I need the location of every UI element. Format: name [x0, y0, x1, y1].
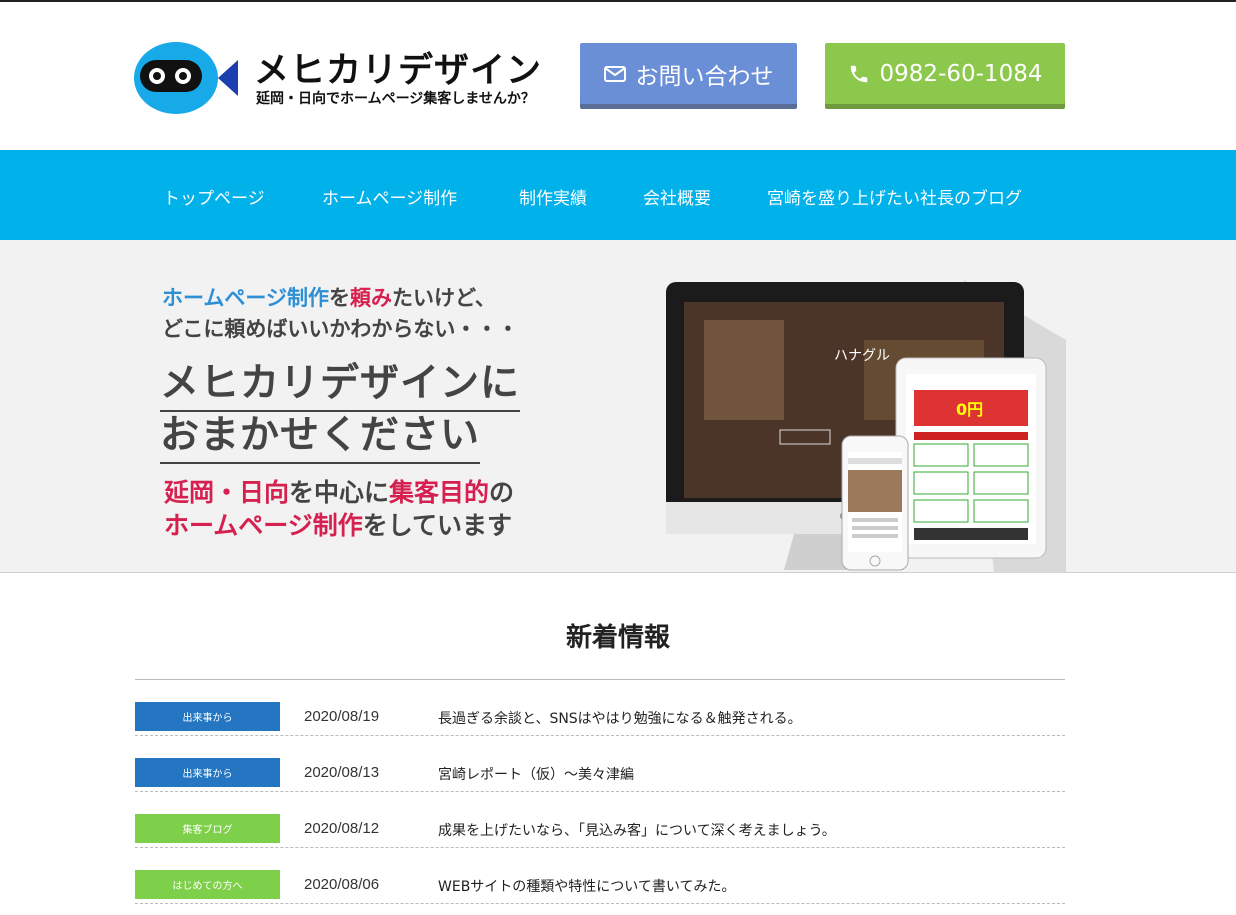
news-link[interactable]: 宮崎レポート（仮）～美々津編 [438, 764, 634, 784]
hero-line-2: どこに頼めばいいかわからない・・・ [162, 317, 519, 341]
hero-line-5-b: を中心に [289, 478, 390, 507]
hero-line-5-c: 集客目的 [389, 478, 490, 507]
news-section-title: 新着情報 [565, 623, 670, 653]
nav-item-blog[interactable]: 宮崎を盛り上げたい社長のブログ [767, 184, 1022, 209]
news-date: 2020/08/12 [304, 820, 380, 837]
phone-button[interactable]: 0982-60-1084 [825, 43, 1065, 104]
news-category-badge[interactable]: 出来事から [135, 758, 280, 787]
hero-line-5: 延岡・日向を中心に集客目的の [164, 473, 514, 509]
envelope-icon [603, 65, 626, 82]
site-title: メヒカリデザイン [254, 51, 543, 91]
news-item[interactable]: 出来事から 2020/08/13 宮崎レポート（仮）～美々津編 [135, 736, 1065, 792]
nav-item-homepage-production[interactable]: ホームページ制作 [322, 184, 457, 209]
site-tagline: 延岡・日向でホームページ集客しませんか？ [256, 91, 535, 107]
news-item[interactable]: はじめての方へ 2020/08/06 WEBサイトの種類や特性について書いてみた… [135, 848, 1065, 904]
hero-line-5-d: の [489, 478, 515, 507]
news-date: 2020/08/19 [304, 708, 380, 725]
phone-icon [850, 65, 867, 82]
hero-line-1-b: を [328, 286, 350, 310]
main-nav: トップページ ホームページ制作 制作実績 会社概要 宮崎を盛り上げたい社長のブロ… [0, 150, 1236, 240]
fish-mascot-icon [134, 42, 238, 114]
hero-line-6: ホームページ制作をしています [164, 506, 512, 542]
nav-item-company[interactable]: 会社概要 [643, 184, 711, 209]
hero-heading-1: メヒカリデザインに [160, 352, 521, 412]
news-item[interactable]: 集客ブログ 2020/08/12 成果を上げたいなら、「見込み客」について深く考… [135, 792, 1065, 848]
svg-text:0円: 0円 [956, 400, 983, 419]
news-list: 出来事から 2020/08/19 長過ぎる余談と、SNSはやはり勉強になる＆触発… [135, 679, 1065, 904]
news-category-badge[interactable]: はじめての方へ [135, 870, 280, 899]
contact-button-label: お問い合わせ [635, 63, 774, 90]
hero-line-1-a: ホームページ制作 [162, 286, 329, 310]
site-header: メヒカリデザイン 延岡・日向でホームページ集客しませんか？ お問い合わせ 098… [0, 2, 1236, 150]
hero-line-1: ホームページ制作を頼みたいけど、 [162, 282, 496, 312]
hero-line-6-b: をしています [362, 511, 513, 540]
site-logo[interactable]: メヒカリデザイン 延岡・日向でホームページ集客しませんか？ [134, 40, 554, 118]
contact-button[interactable]: お問い合わせ [580, 43, 797, 104]
news-date: 2020/08/13 [304, 764, 380, 781]
hero-line-5-a: 延岡・日向 [164, 478, 290, 507]
news-link[interactable]: 長過ぎる余談と、SNSはやはり勉強になる＆触発される。 [438, 708, 802, 728]
news-category-badge[interactable]: 出来事から [135, 702, 280, 731]
nav-item-works[interactable]: 制作実績 [519, 184, 587, 209]
news-link[interactable]: WEBサイトの種類や特性について書いてみた。 [438, 876, 735, 896]
news-link[interactable]: 成果を上げたいなら、「見込み客」について深く考えましょう。 [438, 820, 836, 840]
hero-line-1-c: 頼み [349, 286, 392, 310]
nav-item-top[interactable]: トップページ [163, 184, 265, 209]
news-category-badge[interactable]: 集客ブログ [135, 814, 280, 843]
device-mockup-image: ハナグル 0円 [666, 280, 1066, 573]
hero-heading-2: おまかせください [160, 404, 481, 464]
news-item[interactable]: 出来事から 2020/08/19 長過ぎる余談と、SNSはやはり勉強になる＆触発… [135, 680, 1065, 736]
phone-button-label: 0982-60-1084 [879, 60, 1043, 87]
hero-line-1-d: たいけど、 [391, 286, 496, 310]
hero-banner: ホームページ制作を頼みたいけど、 どこに頼めばいいかわからない・・・ メヒカリデ… [0, 240, 1236, 573]
svg-text:ハナグル: ハナグル [834, 348, 890, 364]
news-date: 2020/08/06 [304, 876, 380, 893]
hero-line-6-a: ホームページ制作 [164, 511, 363, 540]
